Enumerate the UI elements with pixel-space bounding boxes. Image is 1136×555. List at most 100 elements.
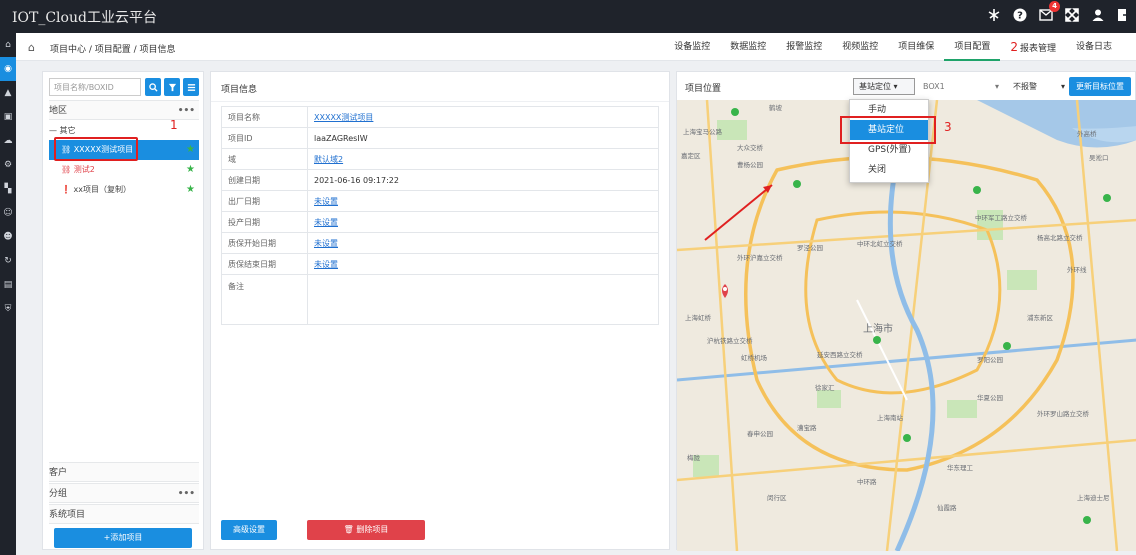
map-label: 华东理工 bbox=[947, 463, 974, 472]
home-icon[interactable]: ⌂ bbox=[28, 41, 35, 54]
field-key: 投产日期 bbox=[221, 211, 308, 233]
project-tree-panel: 项目名称/BOXID 地区 ••• — 其它 ⛓ XXXXX测试项目 ★ ⛓ 测… bbox=[42, 71, 204, 550]
map-label: 浦东新区 bbox=[1027, 313, 1054, 322]
tree-item-xx-copy[interactable]: ❗ xx项目（复制） ★ bbox=[49, 180, 199, 200]
field-key: 项目ID bbox=[221, 127, 308, 149]
warranty-start-link[interactable]: 未设置 bbox=[314, 239, 338, 248]
project-name-link[interactable]: XXXXX测试项目 bbox=[314, 113, 373, 122]
svg-text:?: ? bbox=[1017, 11, 1023, 22]
annotation-1: 1 bbox=[170, 118, 178, 132]
search-button[interactable] bbox=[145, 78, 161, 96]
tab-video-monitor[interactable]: 视频监控 bbox=[832, 33, 888, 61]
delete-project-button[interactable]: 🗑 删除项目 bbox=[307, 520, 425, 540]
map-label: 上海迪士尼 bbox=[1077, 493, 1110, 502]
more-icon[interactable]: ••• bbox=[178, 101, 195, 121]
search-input[interactable]: 项目名称/BOXID bbox=[49, 78, 141, 96]
grid-icon[interactable]: ▚ bbox=[0, 177, 16, 201]
team-icon[interactable]: ☻ bbox=[0, 225, 16, 249]
alarm-bell-icon[interactable]: ▲ bbox=[0, 81, 16, 105]
table-row: 项目ID laaZAGResIW bbox=[221, 127, 659, 149]
field-key: 质保结束日期 bbox=[221, 253, 308, 275]
option-gps-external[interactable]: GPS(外置) bbox=[850, 140, 928, 160]
shield-icon[interactable]: ⛨ bbox=[0, 297, 16, 321]
warranty-end-link[interactable]: 未设置 bbox=[314, 260, 338, 269]
map-label: 徐家汇 bbox=[815, 383, 835, 392]
map-label: 上海虹桥 bbox=[685, 313, 712, 322]
tab-report-manage[interactable]: 2 报表管理 bbox=[1000, 33, 1066, 61]
locate-mode-dropdown: 手动 基站定位 GPS(外置) 关闭 bbox=[849, 99, 929, 183]
option-manual[interactable]: 手动 bbox=[850, 100, 928, 120]
table-row: 创建日期 2021-06-16 09:17:22 bbox=[221, 169, 659, 191]
fullscreen-icon[interactable] bbox=[1064, 7, 1080, 23]
network-icon[interactable] bbox=[986, 7, 1002, 23]
map-label: 上海市 bbox=[863, 322, 893, 335]
map-label: 春申公园 bbox=[747, 429, 773, 438]
tree-item-test2[interactable]: ⛓ 测试2 ★ bbox=[49, 160, 199, 180]
report-icon[interactable]: ▤ bbox=[0, 273, 16, 297]
tab-device-monitor[interactable]: 设备监控 bbox=[664, 33, 720, 61]
map-label: 沪杭铁路立交桥 bbox=[707, 336, 753, 345]
add-project-button[interactable]: +添加项目 bbox=[54, 528, 192, 548]
factory-date-value: 未设置 bbox=[307, 190, 659, 212]
locate-mode-select[interactable]: 基站定位 ▾ bbox=[853, 78, 915, 95]
table-row: 备注 bbox=[221, 274, 659, 325]
domain-link[interactable]: 默认域2 bbox=[314, 155, 343, 164]
map-label: 闵行区 bbox=[767, 493, 787, 502]
cloud-icon[interactable]: ☁ bbox=[0, 129, 16, 153]
tab-project-maintenance[interactable]: 项目维保 bbox=[888, 33, 944, 61]
mail-icon[interactable]: 4 bbox=[1038, 1, 1060, 23]
table-row: 质保开始日期 未设置 bbox=[221, 232, 659, 254]
group-section-header[interactable]: 分组 ••• bbox=[49, 483, 199, 503]
alarm-select-value: 不报警 bbox=[1013, 82, 1037, 91]
tab-alarm-monitor[interactable]: 报警监控 bbox=[776, 33, 832, 61]
option-off[interactable]: 关闭 bbox=[850, 160, 928, 180]
tab-project-config[interactable]: 项目配置 bbox=[944, 33, 1001, 61]
filter-button[interactable] bbox=[164, 78, 180, 96]
help-icon[interactable]: ? bbox=[1012, 7, 1028, 23]
star-icon: ★ bbox=[186, 184, 195, 195]
user-manage-icon[interactable]: ☺ bbox=[0, 201, 16, 225]
table-row: 域默认域2 bbox=[221, 148, 659, 170]
factory-date-link[interactable]: 未设置 bbox=[314, 197, 338, 206]
trash-icon: 🗑 bbox=[343, 525, 357, 534]
chevron-down-icon: ▾ bbox=[1060, 82, 1065, 91]
home-icon[interactable]: ⌂ bbox=[0, 33, 16, 57]
production-date-link[interactable]: 未设置 bbox=[314, 218, 338, 227]
table-row: 项目名称 XXXXX测试项目 bbox=[221, 106, 659, 128]
system-label: 系统项目 bbox=[49, 510, 86, 520]
tab-report-manage-label: 报表管理 bbox=[1019, 44, 1056, 54]
tab-device-log[interactable]: 设备日志 bbox=[1066, 33, 1122, 61]
divider bbox=[211, 101, 669, 102]
region-section-header[interactable]: 地区 ••• bbox=[49, 100, 199, 120]
logout-icon[interactable] bbox=[1116, 7, 1132, 23]
project-config-icon[interactable]: ◉ bbox=[0, 57, 16, 81]
remark-textarea[interactable] bbox=[307, 274, 659, 325]
settings-icon[interactable]: ⚙ bbox=[0, 153, 16, 177]
system-section-header[interactable]: 系统项目 bbox=[49, 504, 199, 524]
list-menu-button[interactable] bbox=[183, 78, 199, 96]
chevron-down-icon: ▾ bbox=[994, 82, 999, 91]
advanced-settings-button[interactable]: 高级设置 bbox=[221, 520, 277, 540]
map-label: 中环路 bbox=[857, 477, 877, 486]
warranty-start-value: 未设置 bbox=[307, 232, 659, 254]
option-base-station[interactable]: 基站定位 bbox=[850, 120, 928, 140]
star-icon: ★ bbox=[186, 144, 195, 155]
tree-item-label: ⛓ XXXXX测试项目 bbox=[61, 145, 134, 154]
box-select[interactable]: BOX1 ▾ bbox=[923, 78, 1003, 95]
alarm-select[interactable]: 不报警 ▾ bbox=[1013, 78, 1067, 95]
update-target-location-button[interactable]: 更新目标位置 bbox=[1069, 77, 1131, 96]
more-icon[interactable]: ••• bbox=[178, 484, 195, 504]
map-label: 外高桥 bbox=[1077, 129, 1097, 138]
user-icon[interactable] bbox=[1090, 7, 1106, 23]
delete-project-label: 删除项目 bbox=[356, 525, 389, 534]
tab-data-monitor[interactable]: 数据监控 bbox=[720, 33, 776, 61]
customer-section-header[interactable]: 客户 bbox=[49, 462, 199, 482]
annotation-2: 2 bbox=[1010, 40, 1018, 54]
tree-item-xxxxx-test[interactable]: ⛓ XXXXX测试项目 ★ bbox=[49, 140, 199, 160]
project-id-value: laaZAGResIW bbox=[307, 127, 659, 149]
production-date-value: 未设置 bbox=[307, 211, 659, 233]
monitor-icon[interactable]: ▣ bbox=[0, 105, 16, 129]
table-row: 出厂日期 未设置 bbox=[221, 190, 659, 212]
sync-icon[interactable]: ↻ bbox=[0, 249, 16, 273]
table-row: 质保结束日期 未设置 bbox=[221, 253, 659, 275]
